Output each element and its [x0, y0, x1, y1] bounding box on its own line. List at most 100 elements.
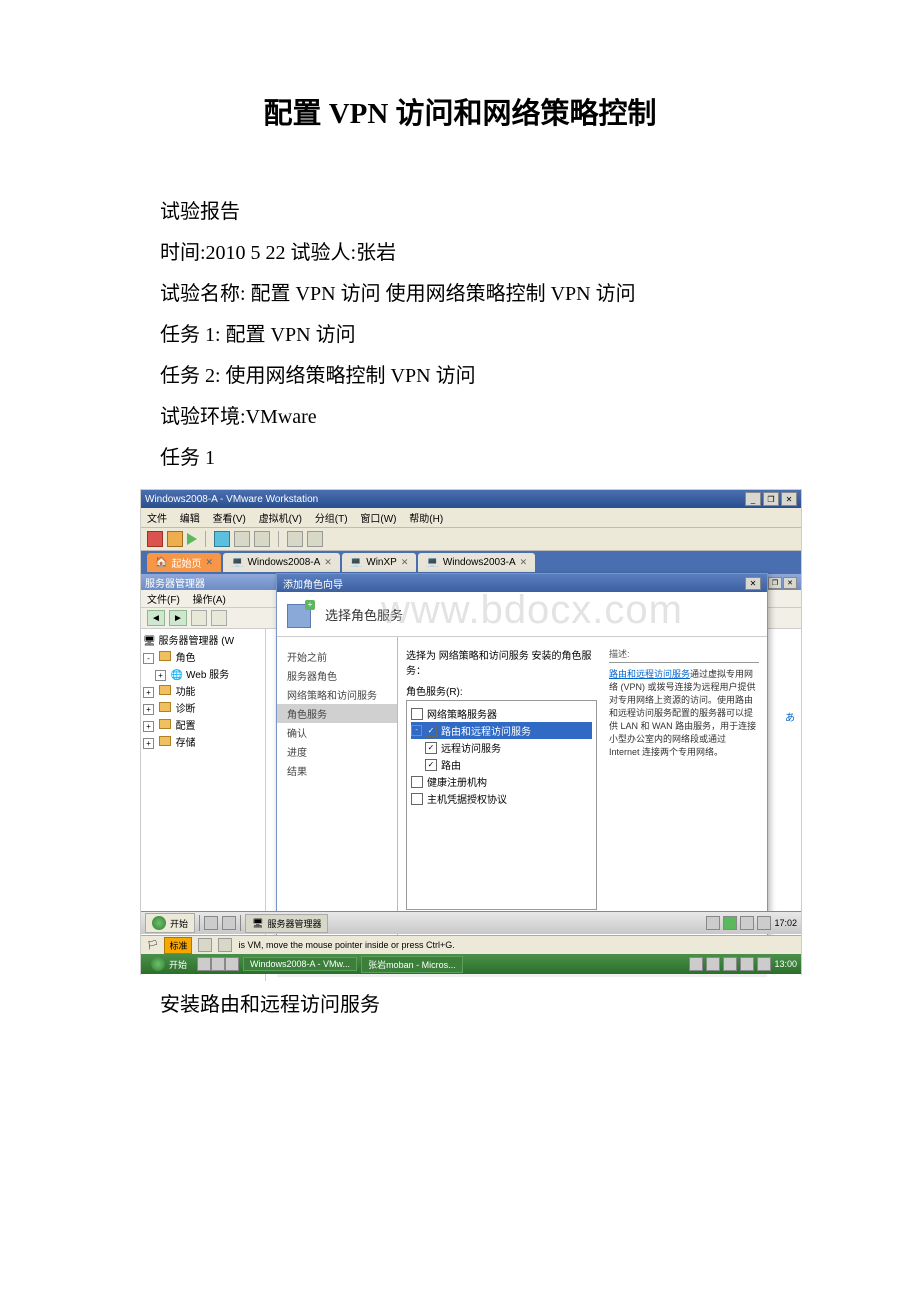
cb-hra-label: 健康注册机构 [427, 774, 487, 789]
menu-edit[interactable]: 编辑 [180, 514, 200, 525]
wiz-nav-roleservices[interactable]: 角色服务 [277, 704, 397, 723]
expand-icon[interactable]: + [143, 738, 154, 749]
watermark: www.bdocx.com [357, 588, 707, 633]
menu-vm[interactable]: 虚拟机(V) [259, 514, 302, 525]
home-icon: 🏠 [155, 557, 167, 568]
host-task-vmware[interactable]: Windows2008-A - VMw... [243, 957, 357, 971]
tree-diag[interactable]: + 诊断 [143, 699, 263, 716]
toolbar-icon[interactable] [234, 531, 250, 547]
wiz-nav-progress[interactable]: 进度 [277, 742, 397, 761]
tray-icon[interactable] [689, 957, 703, 971]
checkbox-icon[interactable] [411, 793, 423, 805]
expand-icon[interactable]: + [143, 704, 154, 715]
quick-launch-icon[interactable] [197, 957, 211, 971]
tray-icon[interactable] [706, 957, 720, 971]
quick-launch-icon[interactable] [222, 916, 236, 930]
snapshot-icon[interactable] [214, 531, 230, 547]
expand-icon[interactable]: + [143, 687, 154, 698]
power-off-icon[interactable] [147, 531, 163, 547]
cb-nps-label: 网络策略服务器 [427, 706, 497, 721]
quick-launch-icon[interactable] [225, 957, 239, 971]
expand-icon[interactable]: + [155, 670, 166, 681]
nav-icon[interactable] [191, 610, 207, 626]
menu-help[interactable]: 帮助(H) [409, 514, 443, 525]
description-link[interactable]: 路由和远程访问服务 [609, 669, 690, 679]
toolbar-icon[interactable] [254, 531, 270, 547]
power-on-icon[interactable] [187, 533, 197, 545]
maximize-button[interactable]: ❐ [763, 492, 779, 506]
close-button[interactable]: ✕ [781, 492, 797, 506]
wiz-nav-before[interactable]: 开始之前 [277, 647, 397, 666]
sm-side-link[interactable]: あ [785, 709, 795, 724]
guest-start-button[interactable]: 开始 [145, 913, 195, 933]
maximize-button[interactable]: ❐ [768, 577, 782, 589]
tab-vm3[interactable]: 💻 Windows2003-A ✕ [418, 553, 535, 572]
tray-icon[interactable] [757, 916, 771, 930]
tray-icon[interactable] [757, 957, 771, 971]
tree-store[interactable]: + 存储 [143, 733, 263, 750]
host-start-button[interactable]: 开始 [145, 956, 193, 972]
cb-rras[interactable]: - 路由和远程访问服务 [411, 722, 592, 739]
checkbox-icon[interactable] [425, 725, 437, 737]
checkbox-icon[interactable] [411, 776, 423, 788]
nav-fwd-icon[interactable]: ► [169, 610, 187, 626]
status-icon[interactable] [218, 938, 232, 952]
cb-hra[interactable]: 健康注册机构 [411, 773, 592, 790]
server-icon: 🖥 [143, 636, 156, 647]
tray-icon[interactable] [706, 916, 720, 930]
tree-features[interactable]: + 功能 [143, 682, 263, 699]
host-task-word[interactable]: 张岩moban - Micros... [361, 956, 463, 973]
status-icon[interactable] [198, 938, 212, 952]
checkbox-icon[interactable] [411, 708, 423, 720]
nav-back-icon[interactable]: ◄ [147, 610, 165, 626]
sm-menu-op[interactable]: 操作(A) [193, 595, 226, 606]
menu-view[interactable]: 查看(V) [213, 514, 246, 525]
tree-root[interactable]: 🖥 服务器管理器 (W [143, 631, 263, 648]
wiz-nav-confirm[interactable]: 确认 [277, 723, 397, 742]
menu-file[interactable]: 文件 [147, 514, 167, 525]
tree-conf[interactable]: + 配置 [143, 716, 263, 733]
cb-hcap[interactable]: 主机凭据授权协议 [411, 790, 592, 807]
line-time: 时间:2010 5 22 试验人:张岩 [140, 233, 780, 274]
wiz-nav-nps[interactable]: 网络策略和访问服务 [277, 685, 397, 704]
checkbox-group-label: 角色服务(R): [406, 683, 597, 698]
expand-icon[interactable]: + [143, 721, 154, 732]
cb-nps[interactable]: 网络策略服务器 [411, 705, 592, 722]
expand-icon[interactable]: - [143, 653, 154, 664]
tab-vm1[interactable]: 💻 Windows2008-A ✕ [223, 553, 340, 572]
quick-launch-icon[interactable] [204, 916, 218, 930]
tree-roles[interactable]: - 角色 [143, 648, 263, 665]
vmware-menu[interactable]: 文件 编辑 查看(V) 虚拟机(V) 分组(T) 窗口(W) 帮助(H) [141, 508, 801, 528]
cb-routing[interactable]: 路由 [425, 756, 592, 773]
wiz-nav-result[interactable]: 结果 [277, 761, 397, 780]
tab-home[interactable]: 🏠 起始页 ✕ [147, 553, 221, 572]
tab-close-icon[interactable]: ✕ [205, 557, 213, 568]
checkbox-icon[interactable] [425, 742, 437, 754]
tab-vm2[interactable]: 💻 WinXP ✕ [342, 553, 417, 572]
nav-icon[interactable] [211, 610, 227, 626]
tray-icon[interactable] [723, 957, 737, 971]
tab-close-icon[interactable]: ✕ [520, 557, 528, 568]
tray-icon[interactable] [723, 916, 737, 930]
wiz-nav-roles[interactable]: 服务器角色 [277, 666, 397, 685]
expand-icon[interactable]: - [411, 725, 422, 736]
checkbox-icon[interactable] [425, 759, 437, 771]
wizard-close-button[interactable]: ✕ [745, 577, 761, 590]
taskbar-task[interactable]: 🖥 服务器管理器 [245, 914, 328, 933]
sm-menu-file[interactable]: 文件(F) [147, 595, 180, 606]
suspend-icon[interactable] [167, 531, 183, 547]
tray-icon[interactable] [740, 957, 754, 971]
tab-close-icon[interactable]: ✕ [401, 557, 409, 568]
tree-web[interactable]: + 🌐 Web 服务 [155, 665, 263, 682]
tray-icon[interactable] [740, 916, 754, 930]
tab-close-icon[interactable]: ✕ [324, 557, 332, 568]
close-button[interactable]: ✕ [783, 577, 797, 589]
unity-icon[interactable] [307, 531, 323, 547]
menu-team[interactable]: 分组(T) [315, 514, 348, 525]
quick-launch-icon[interactable] [211, 957, 225, 971]
cb-ras[interactable]: 远程访问服务 [425, 739, 592, 756]
minimize-button[interactable]: _ [745, 492, 761, 506]
fullscreen-icon[interactable] [287, 531, 303, 547]
menu-windows[interactable]: 窗口(W) [360, 514, 396, 525]
wizard-header-text: 选择角色服务 [325, 605, 403, 624]
